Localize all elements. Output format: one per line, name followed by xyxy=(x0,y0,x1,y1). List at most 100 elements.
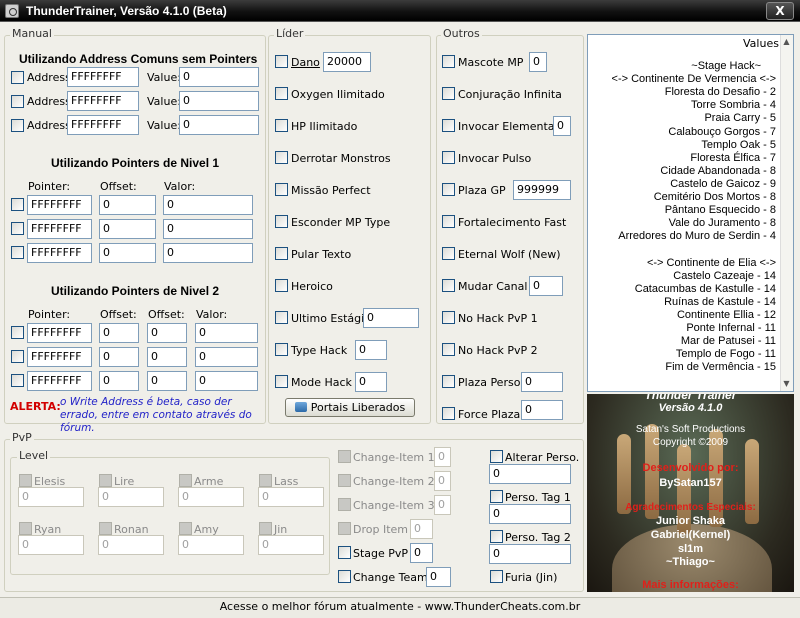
mudar-canal-input[interactable]: 0 xyxy=(529,276,563,296)
valor-input[interactable]: 0 xyxy=(163,243,253,263)
mode-hack-input[interactable]: 0 xyxy=(355,372,387,392)
values-list-item[interactable]: Pântano Esquecido - 8 xyxy=(665,204,776,216)
values-list-item[interactable]: Torre Sombria - 4 xyxy=(691,99,776,111)
elesis-checkbox[interactable] xyxy=(19,474,32,487)
ryan-input[interactable]: 0 xyxy=(18,535,84,555)
offset2-input[interactable]: 0 xyxy=(147,371,187,391)
values-list-item[interactable]: Cemitério Dos Mortos - 8 xyxy=(654,191,776,203)
force-plaza-checkbox[interactable] xyxy=(442,407,455,420)
esconder-mp-checkbox[interactable] xyxy=(275,215,288,228)
change-item3-checkbox[interactable] xyxy=(338,498,351,511)
ryan-checkbox[interactable] xyxy=(19,522,32,535)
ultimo-estagio-input[interactable]: 0 xyxy=(363,308,419,328)
values-list-item[interactable]: Mar de Patusei - 11 xyxy=(681,335,776,347)
values-list-item[interactable]: Continente Ellia - 12 xyxy=(677,309,776,321)
lass-input[interactable]: 0 xyxy=(258,487,324,507)
pointer-input[interactable]: FFFFFFFF xyxy=(27,347,92,367)
derrotar-checkbox[interactable] xyxy=(275,151,288,164)
alterar-perso-input[interactable]: 0 xyxy=(489,464,571,484)
alterar-perso-checkbox[interactable] xyxy=(490,450,503,463)
address-checkbox[interactable] xyxy=(11,119,24,132)
change-team-checkbox[interactable] xyxy=(338,570,351,583)
mode-hack-checkbox[interactable] xyxy=(275,375,288,388)
oxygen-checkbox[interactable] xyxy=(275,87,288,100)
jin-checkbox[interactable] xyxy=(259,522,272,535)
values-list-item[interactable]: Templo de Fogo - 11 xyxy=(676,348,776,360)
pointer2-checkbox[interactable] xyxy=(11,326,24,339)
mudar-canal-checkbox[interactable] xyxy=(442,279,455,292)
value-input[interactable]: 0 xyxy=(179,115,259,135)
valor-input[interactable]: 0 xyxy=(195,323,258,343)
address-input[interactable]: FFFFFFFF xyxy=(67,115,139,135)
drop-item-input[interactable]: 0 xyxy=(410,519,433,539)
pointer1-checkbox[interactable] xyxy=(11,246,24,259)
pointer-input[interactable]: FFFFFFFF xyxy=(27,195,92,215)
stage-pvp-checkbox[interactable] xyxy=(338,546,351,559)
value-input[interactable]: 0 xyxy=(179,91,259,111)
invocar-pulso-checkbox[interactable] xyxy=(442,151,455,164)
scroll-up-arrow-icon[interactable]: ▲ xyxy=(780,36,793,48)
pular-texto-checkbox[interactable] xyxy=(275,247,288,260)
values-list-item[interactable]: Arredores do Muro de Serdin - 4 xyxy=(618,230,776,242)
perso-tag1-input[interactable]: 0 xyxy=(489,504,571,524)
valor-input[interactable]: 0 xyxy=(195,371,258,391)
values-list-item[interactable]: Castelo de Gaicoz - 9 xyxy=(670,178,776,190)
conjuracao-checkbox[interactable] xyxy=(442,87,455,100)
plaza-perso-input[interactable]: 0 xyxy=(521,372,563,392)
type-hack-input[interactable]: 0 xyxy=(355,340,387,360)
dano-input[interactable]: 20000 xyxy=(323,52,371,72)
eternal-wolf-checkbox[interactable] xyxy=(442,247,455,260)
ultimo-estagio-checkbox[interactable] xyxy=(275,311,288,324)
pointer-input[interactable]: FFFFFFFF xyxy=(27,219,92,239)
values-list-item[interactable]: Catacumbas de Kastulle - 14 xyxy=(635,283,776,295)
dano-checkbox[interactable] xyxy=(275,55,288,68)
pointer-input[interactable]: FFFFFFFF xyxy=(27,243,92,263)
plaza-gp-checkbox[interactable] xyxy=(442,183,455,196)
pointer-input[interactable]: FFFFFFFF xyxy=(27,371,92,391)
values-list-item[interactable]: Fim de Vermência - 15 xyxy=(665,361,776,373)
values-list-item[interactable]: Cidade Abandonada - 8 xyxy=(660,165,776,177)
perso-tag1-checkbox[interactable] xyxy=(490,490,503,503)
offset-input[interactable]: 0 xyxy=(99,219,156,239)
plaza-gp-input[interactable]: 999999 xyxy=(513,180,571,200)
missao-checkbox[interactable] xyxy=(275,183,288,196)
mascote-checkbox[interactable] xyxy=(442,55,455,68)
values-list-item[interactable]: ~Stage Hack~ xyxy=(691,60,761,72)
lire-checkbox[interactable] xyxy=(99,474,112,487)
furia-checkbox[interactable] xyxy=(490,570,503,583)
valor-input[interactable]: 0 xyxy=(163,195,253,215)
invocar-elemental-input[interactable]: 0 xyxy=(553,116,571,136)
lire-input[interactable]: 0 xyxy=(98,487,164,507)
values-list-item[interactable]: Castelo Cazeaje - 14 xyxy=(673,270,776,282)
pointer1-checkbox[interactable] xyxy=(11,222,24,235)
perso-tag2-checkbox[interactable] xyxy=(490,530,503,543)
values-scrollbar[interactable] xyxy=(780,35,793,391)
hp-checkbox[interactable] xyxy=(275,119,288,132)
address-input[interactable]: FFFFFFFF xyxy=(67,91,139,111)
pointer1-checkbox[interactable] xyxy=(11,198,24,211)
offset2-input[interactable]: 0 xyxy=(147,323,187,343)
arme-input[interactable]: 0 xyxy=(178,487,244,507)
elesis-input[interactable]: 0 xyxy=(18,487,84,507)
address-checkbox[interactable] xyxy=(11,71,24,84)
offset1-input[interactable]: 0 xyxy=(99,347,139,367)
lass-checkbox[interactable] xyxy=(259,474,272,487)
type-hack-checkbox[interactable] xyxy=(275,343,288,356)
jin-input[interactable]: 0 xyxy=(258,535,324,555)
perso-tag2-input[interactable]: 0 xyxy=(489,544,571,564)
heroico-checkbox[interactable] xyxy=(275,279,288,292)
ronan-input[interactable]: 0 xyxy=(98,535,164,555)
scroll-down-arrow-icon[interactable]: ▼ xyxy=(780,378,793,390)
offset-input[interactable]: 0 xyxy=(99,243,156,263)
valor-input[interactable]: 0 xyxy=(163,219,253,239)
ronan-checkbox[interactable] xyxy=(99,522,112,535)
pointer-input[interactable]: FFFFFFFF xyxy=(27,323,92,343)
address-checkbox[interactable] xyxy=(11,95,24,108)
stage-pvp-input[interactable]: 0 xyxy=(410,543,433,563)
invocar-elemental-checkbox[interactable] xyxy=(442,119,455,132)
portais-liberados-button[interactable]: Portais Liberados xyxy=(285,398,415,417)
values-list-item[interactable]: Calabouço Gorgos - 7 xyxy=(668,126,776,138)
no-hack-pvp1-checkbox[interactable] xyxy=(442,311,455,324)
plaza-perso-checkbox[interactable] xyxy=(442,375,455,388)
drop-item-checkbox[interactable] xyxy=(338,522,351,535)
